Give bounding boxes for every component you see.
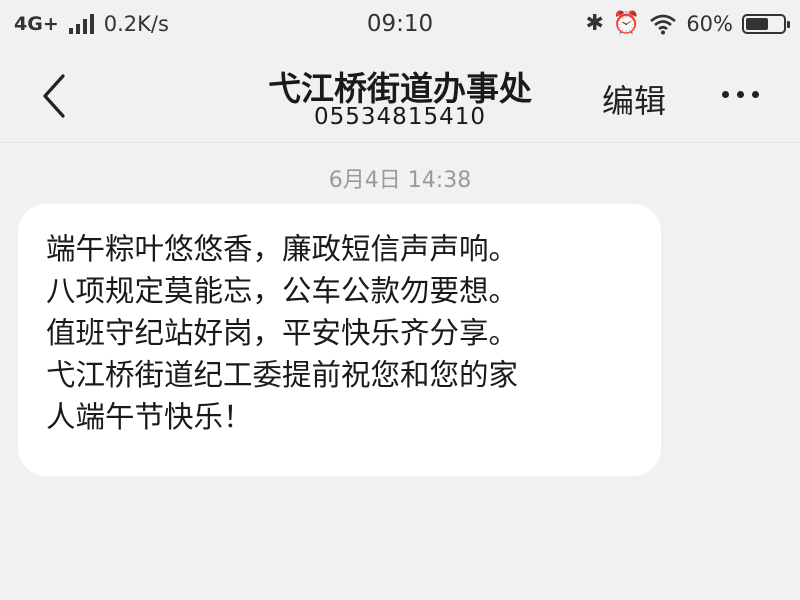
wifi-icon [650, 14, 677, 34]
status-bar: 4G+ 0.2K/s 09:10 ✱ ⏰ 60% [0, 0, 800, 50]
contact-name: 弋江桥街道办事处 [268, 69, 532, 108]
contact-number[interactable]: 05534815410 [0, 104, 800, 130]
edit-button[interactable]: 编辑 [602, 76, 666, 122]
battery-percent: 60% [686, 11, 733, 36]
dot-icon [737, 90, 744, 98]
more-options-button[interactable] [722, 74, 772, 114]
header-divider [0, 142, 800, 143]
message-bubble[interactable]: 端午粽叶悠悠香，廉政短信声声响。 八项规定莫能忘，公车公款勿要想。 值班守纪站好… [18, 204, 661, 476]
battery-icon [742, 13, 790, 34]
bluetooth-icon: ✱ [585, 11, 604, 36]
conversation-header: 弋江桥街道办事处 05534815410 编辑 [0, 50, 800, 142]
message-line: 值班守纪站好岗，平安快乐齐分享。 [46, 316, 519, 350]
message-line: 人端午节快乐！ [46, 400, 253, 434]
message-line: 端午粽叶悠悠香，廉政短信声声响。 [46, 232, 519, 266]
alarm-icon: ⏰ [612, 11, 641, 36]
message-line: 弋江桥街道纪工委提前祝您和您的家 [46, 358, 519, 392]
message-line: 八项规定莫能忘，公车公款勿要想。 [46, 274, 519, 308]
dot-icon [752, 90, 759, 98]
dot-icon [722, 90, 729, 98]
status-right: ✱ ⏰ 60% [585, 11, 790, 36]
message-timestamp: 6月4日 14:38 [328, 168, 472, 193]
battery-fill [746, 17, 768, 30]
